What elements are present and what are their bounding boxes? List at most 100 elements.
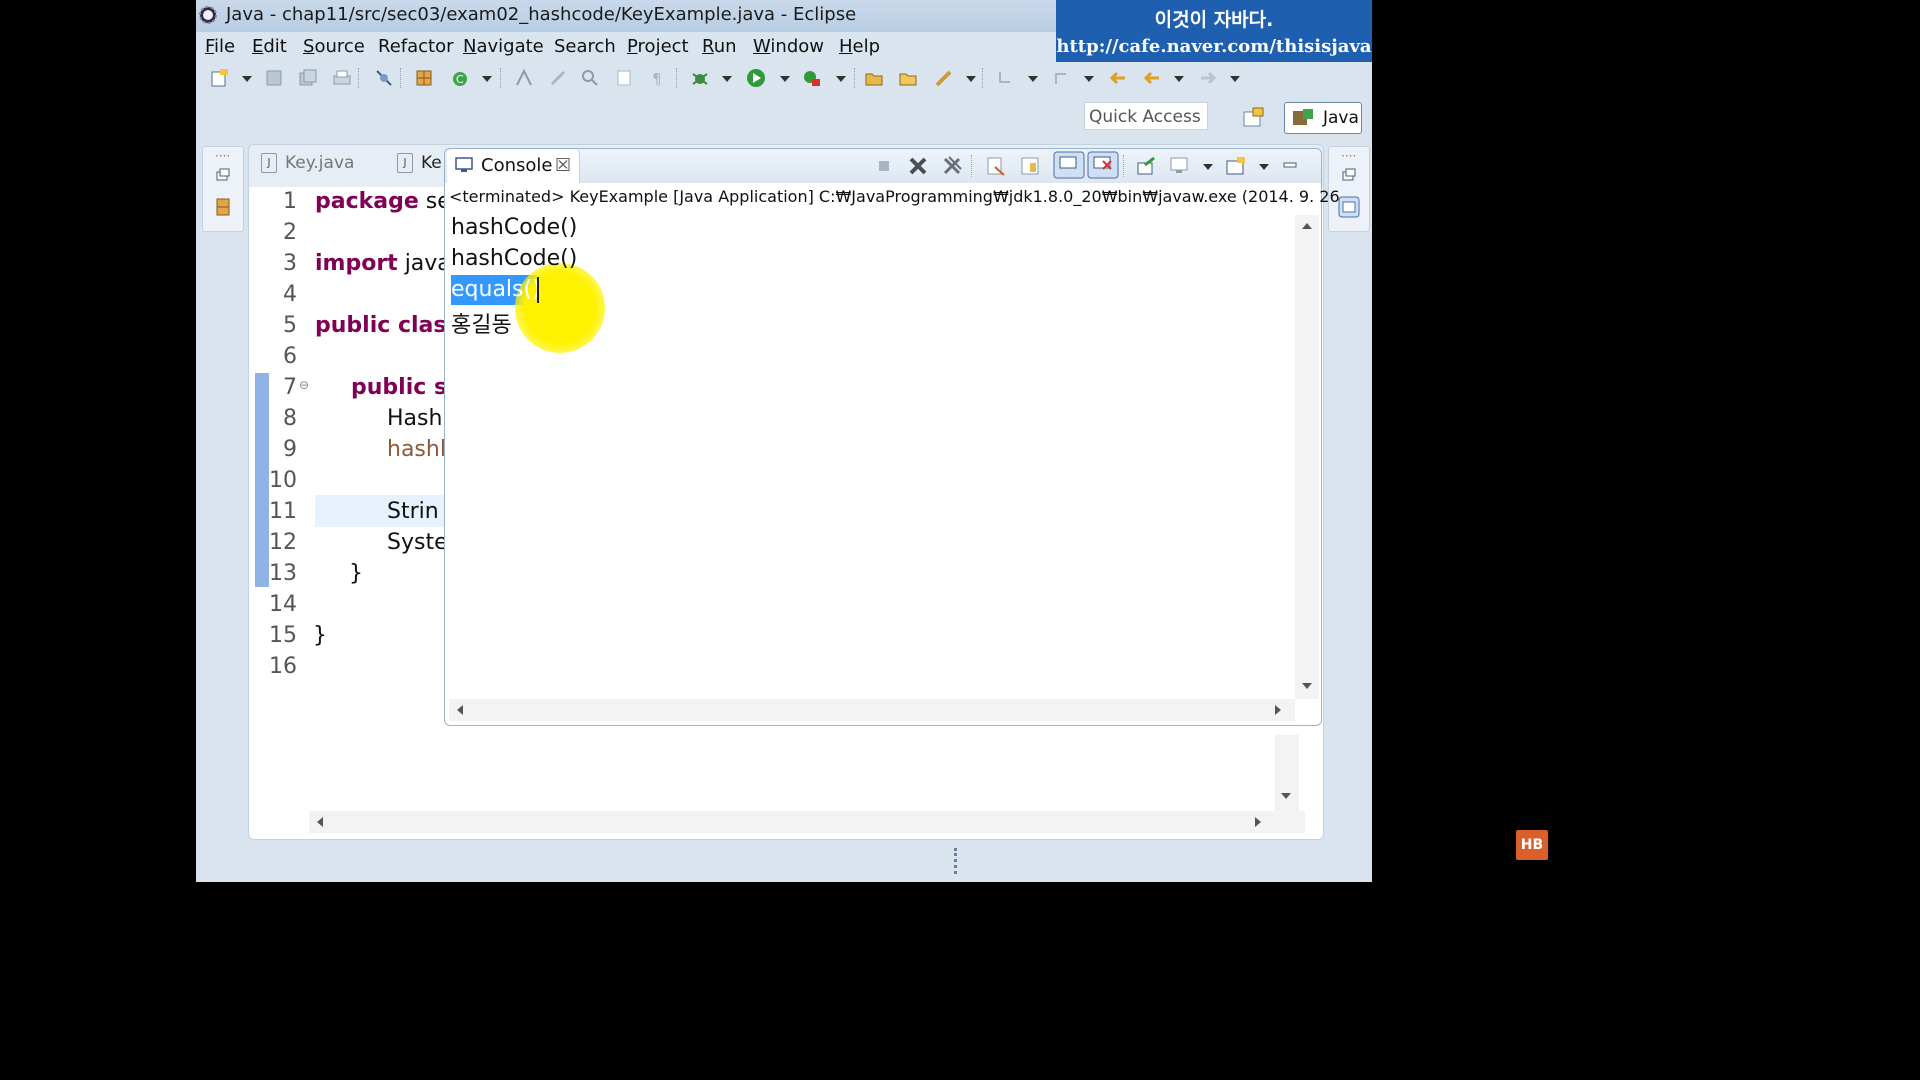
scroll-right-icon[interactable]: [1255, 817, 1261, 827]
scroll-down-icon[interactable]: [1281, 793, 1291, 799]
skip-breakpoints-icon[interactable]: [374, 68, 394, 88]
sash-handle[interactable]: [954, 848, 961, 874]
quick-access-input[interactable]: Quick Access: [1084, 102, 1208, 130]
menu-label: ource: [314, 36, 365, 57]
close-icon[interactable]: ☒: [555, 155, 571, 176]
new-icon[interactable]: [210, 68, 230, 88]
menu-refactor[interactable]: Refactor: [378, 36, 454, 57]
chevron-down-icon[interactable]: [1174, 76, 1184, 82]
display-console-icon[interactable]: [1169, 155, 1191, 177]
restore-icon[interactable]: [1341, 167, 1357, 183]
open-folder-icon[interactable]: [864, 68, 884, 88]
code-line-1[interactable]: package se: [315, 189, 451, 214]
chevron-down-icon[interactable]: [1028, 76, 1038, 82]
open-type-icon[interactable]: [514, 68, 534, 88]
pencil-icon[interactable]: [934, 68, 954, 88]
pin-console-icon[interactable]: [1135, 155, 1157, 177]
menu-run[interactable]: Run: [702, 36, 737, 57]
console-horizontal-scrollbar[interactable]: [449, 699, 1295, 721]
chevron-down-icon[interactable]: [242, 76, 252, 82]
editor-horizontal-scrollbar[interactable]: [309, 811, 1305, 833]
console-output-line[interactable]: 홍길동: [451, 307, 512, 339]
edit-icon[interactable]: [548, 68, 568, 88]
chevron-down-icon[interactable]: [966, 76, 976, 82]
chevron-down-icon[interactable]: [780, 76, 790, 82]
collapse-icon[interactable]: ⊖: [299, 378, 309, 392]
new-package-icon[interactable]: [414, 68, 434, 88]
drag-handle-icon[interactable]: ····: [215, 149, 230, 163]
java-perspective-icon: [1293, 109, 1313, 125]
code-line-11[interactable]: Strin: [387, 499, 439, 524]
code-line-12[interactable]: Syste: [387, 530, 448, 555]
code-line-3[interactable]: import java: [315, 251, 451, 276]
show-whitespace-icon[interactable]: ¶: [648, 68, 668, 88]
chevron-down-icon[interactable]: [482, 76, 492, 82]
scroll-down-icon[interactable]: [1302, 683, 1312, 689]
menu-source[interactable]: Source: [303, 36, 365, 57]
show-on-stdout-icon[interactable]: [1053, 151, 1085, 179]
console-output-line[interactable]: hashCode(): [451, 215, 577, 240]
drag-handle-icon[interactable]: ····: [1341, 149, 1356, 163]
chevron-down-icon[interactable]: [1203, 164, 1213, 170]
minimize-icon[interactable]: [1279, 155, 1301, 177]
back-icon[interactable]: [1142, 68, 1162, 88]
scroll-lock-icon[interactable]: [1019, 155, 1041, 177]
outline-icon[interactable]: [1337, 195, 1361, 219]
menu-help[interactable]: Help: [839, 36, 880, 57]
search-icon[interactable]: [580, 68, 600, 88]
code-line-15[interactable]: }: [313, 623, 327, 648]
print-icon[interactable]: [332, 68, 352, 88]
terminate-icon[interactable]: [873, 155, 895, 177]
menu-edit[interactable]: Edit: [252, 36, 287, 57]
chevron-down-icon[interactable]: [1230, 76, 1240, 82]
console-output-line[interactable]: hashCode(): [451, 246, 577, 271]
tab-key-java[interactable]: J Key.java: [261, 153, 354, 183]
code-line-8[interactable]: Hash: [387, 406, 442, 431]
external-tools-icon[interactable]: [802, 68, 822, 88]
scroll-left-icon[interactable]: [457, 705, 463, 715]
menu-window[interactable]: Window: [753, 36, 824, 57]
scroll-up-icon[interactable]: [1302, 223, 1312, 229]
clear-console-icon[interactable]: [985, 155, 1007, 177]
show-on-stderr-icon[interactable]: [1087, 151, 1119, 179]
scroll-left-icon[interactable]: [317, 817, 323, 827]
forward-icon[interactable]: [1198, 68, 1218, 88]
chevron-down-icon[interactable]: [836, 76, 846, 82]
save-all-icon[interactable]: [298, 68, 318, 88]
editor-vertical-scrollbar[interactable]: [1275, 735, 1299, 811]
open-console-icon[interactable]: [1225, 155, 1247, 177]
restore-icon[interactable]: [215, 167, 231, 183]
run-icon[interactable]: [746, 68, 766, 88]
last-edit-icon[interactable]: [1108, 68, 1128, 88]
chevron-down-icon[interactable]: [1259, 164, 1269, 170]
previous-annotation-icon[interactable]: [1052, 68, 1072, 88]
remove-launch-icon[interactable]: [907, 155, 929, 177]
code-line-9[interactable]: hashl: [387, 437, 446, 462]
remove-all-terminated-icon[interactable]: [941, 155, 963, 177]
console-output-line-selected[interactable]: equals(): [451, 277, 541, 302]
scroll-right-icon[interactable]: [1275, 705, 1281, 715]
console-vertical-scrollbar[interactable]: [1295, 215, 1319, 699]
menu-mnemonic: F: [205, 36, 215, 57]
keyword: import: [315, 251, 398, 276]
next-annotation-icon[interactable]: [996, 68, 1016, 88]
toggle-mark-icon[interactable]: [614, 68, 634, 88]
menu-file[interactable]: File: [205, 36, 235, 57]
open-perspective-icon[interactable]: [1241, 106, 1265, 130]
menu-navigate[interactable]: Navigate: [463, 36, 544, 57]
tab-console[interactable]: Console ☒: [447, 149, 580, 183]
save-icon[interactable]: [264, 68, 284, 88]
code-line-5[interactable]: public clas: [315, 313, 446, 338]
new-class-icon[interactable]: C: [450, 68, 470, 88]
chevron-down-icon[interactable]: [1084, 76, 1094, 82]
tab-key-example-java[interactable]: J Ke: [397, 153, 442, 183]
menu-project[interactable]: Project: [627, 36, 689, 57]
open-task-icon[interactable]: [898, 68, 918, 88]
java-perspective-button[interactable]: Java: [1284, 102, 1362, 134]
menu-search[interactable]: Search: [554, 36, 616, 57]
code-line-13[interactable]: }: [349, 561, 363, 586]
chevron-down-icon[interactable]: [722, 76, 732, 82]
package-explorer-icon[interactable]: [215, 197, 231, 217]
code-line-7[interactable]: public s: [351, 375, 447, 400]
debug-icon[interactable]: [690, 68, 710, 88]
